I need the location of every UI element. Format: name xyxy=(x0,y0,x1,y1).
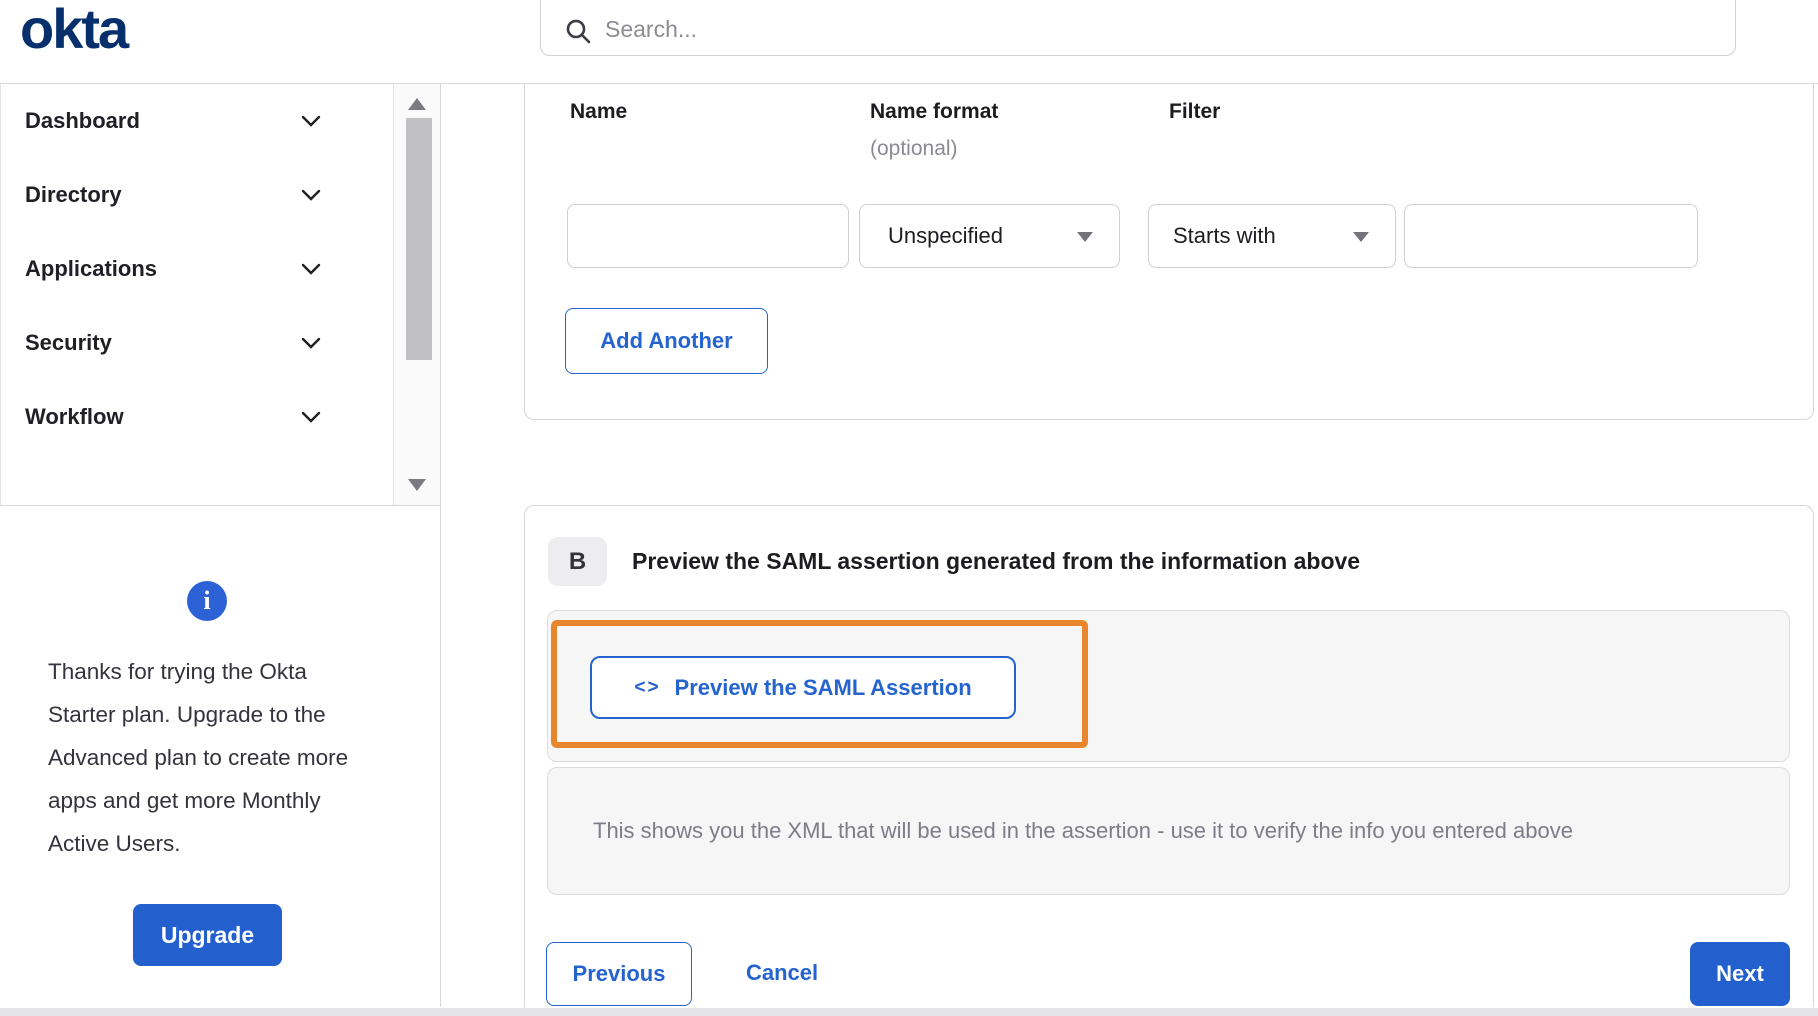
preview-description-text: This shows you the XML that will be used… xyxy=(593,818,1573,843)
saml-preview-title: Preview the SAML assertion generated fro… xyxy=(632,548,1361,574)
preview-button-label: Preview the SAML Assertion xyxy=(674,674,972,700)
sidebar-scrollbar[interactable] xyxy=(393,84,440,505)
scrollbar-thumb[interactable] xyxy=(406,118,432,360)
filter-operator-value: Starts with xyxy=(1173,223,1276,248)
global-search[interactable]: Search... xyxy=(540,0,1736,56)
previous-button[interactable]: Previous xyxy=(546,942,692,1006)
name-format-optional-label: (optional) xyxy=(870,137,958,160)
code-icon: <> xyxy=(634,676,661,698)
upgrade-button[interactable]: Upgrade xyxy=(133,904,282,966)
attribute-name-input[interactable] xyxy=(567,204,849,268)
preview-description-box: This shows you the XML that will be used… xyxy=(547,767,1790,895)
preview-saml-assertion-button[interactable]: <> Preview the SAML Assertion xyxy=(590,656,1016,719)
filter-column-label: Filter xyxy=(1169,100,1221,123)
chevron-down-icon xyxy=(301,411,321,423)
sidebar-nav: Dashboard Directory Applications Securit… xyxy=(0,84,441,506)
sidebar-item-label: Security xyxy=(25,330,112,355)
caret-down-icon xyxy=(1353,232,1369,242)
name-format-select[interactable]: Unspecified xyxy=(859,204,1120,268)
caret-down-icon xyxy=(1077,232,1093,242)
search-placeholder: Search... xyxy=(605,16,698,42)
next-button[interactable]: Next xyxy=(1690,942,1790,1006)
sidebar-item-workflow[interactable]: Workflow xyxy=(1,380,440,454)
sidebar-item-dashboard[interactable]: Dashboard xyxy=(1,84,440,158)
sidebar-item-label: Directory xyxy=(25,182,122,207)
content-divider xyxy=(440,506,441,1007)
sidebar-item-label: Workflow xyxy=(25,404,124,429)
chevron-down-icon xyxy=(301,263,321,275)
okta-admin-page: okta Search... Dashboard Directory Appli… xyxy=(0,0,1818,1016)
upsell-message: Thanks for trying the Okta Starter plan.… xyxy=(48,659,349,856)
filter-operator-select[interactable]: Starts with xyxy=(1148,204,1396,268)
bottom-strip xyxy=(0,1008,1818,1016)
name-format-column-label: Name format xyxy=(870,100,999,123)
step-b-badge: B xyxy=(548,537,607,586)
filter-value-input[interactable] xyxy=(1404,204,1698,268)
chevron-down-icon xyxy=(301,337,321,349)
scroll-up-arrow-icon[interactable] xyxy=(408,98,426,110)
info-icon: i xyxy=(187,581,227,621)
sidebar-item-directory[interactable]: Directory xyxy=(1,158,440,232)
sidebar-item-security[interactable]: Security xyxy=(1,306,440,380)
add-another-button[interactable]: Add Another xyxy=(565,308,768,374)
chevron-down-icon xyxy=(301,189,321,201)
okta-logo: okta xyxy=(20,0,129,60)
sidebar-item-applications[interactable]: Applications xyxy=(1,232,440,306)
chevron-down-icon xyxy=(301,115,321,127)
name-format-value: Unspecified xyxy=(888,223,1003,248)
sidebar-item-label: Applications xyxy=(25,256,158,281)
search-icon xyxy=(566,19,591,44)
sidebar-item-label: Dashboard xyxy=(25,108,140,133)
name-column-label: Name xyxy=(570,100,628,123)
scroll-down-arrow-icon[interactable] xyxy=(408,479,426,491)
cancel-link[interactable]: Cancel xyxy=(746,960,818,986)
